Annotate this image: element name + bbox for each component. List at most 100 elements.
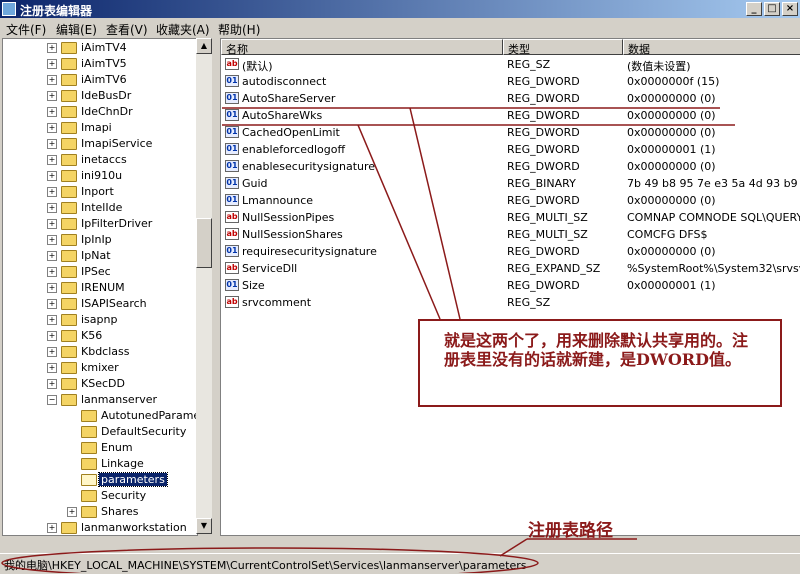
value-name: autodisconnect [242,75,327,88]
expand-icon[interactable]: + [47,219,57,229]
scroll-up-icon[interactable]: ▲ [196,38,212,54]
binary-value-icon: 01 [225,92,239,104]
minimize-button[interactable]: _ [746,2,762,16]
value-data: 0x00000000 (0) [627,92,716,105]
tree-item-label: iAimTV4 [81,41,127,54]
folder-icon [61,138,77,150]
folder-icon [61,234,77,246]
menu-edit[interactable]: 编辑(E) [56,21,97,38]
value-row-requiresecuritysignature[interactable]: 01 requiresecuritysignature REG_DWORD 0x000… [221,243,800,260]
expand-icon[interactable]: + [47,283,57,293]
folder-icon [61,106,77,118]
expand-icon[interactable]: + [47,347,57,357]
folder-icon [61,154,77,166]
scroll-thumb[interactable] [196,218,212,268]
folder-icon [81,490,97,502]
expand-icon[interactable]: + [47,155,57,165]
tree-item-label: lanmanserver [81,393,158,406]
column-header-data[interactable]: 数据 [623,39,800,56]
menu-help[interactable]: 帮助(H) [218,21,260,38]
tree-item-label: K56 [81,329,103,342]
value-row-servicedll[interactable]: ab ServiceDll REG_EXPAND_SZ %SystemRoot%\Sy… [221,260,800,277]
folder-icon [61,378,77,390]
expand-icon[interactable]: + [47,123,57,133]
value-row-[interactable]: ab (默认) REG_SZ (数值未设置) [221,56,800,73]
menu-file[interactable]: 文件(F) [6,21,46,38]
value-name: Size [242,279,265,292]
collapse-icon[interactable]: − [47,395,57,405]
menu-bar: 文件(F) 编辑(E) 查看(V) 收藏夹(A) 帮助(H) [0,18,800,37]
value-type: REG_DWORD [507,109,580,122]
expand-icon[interactable]: + [47,267,57,277]
tree-item-label: IPSec [81,265,111,278]
value-type: REG_MULTI_SZ [507,211,588,224]
tree-item-label: Kbdclass [81,345,130,358]
folder-icon [61,346,77,358]
expand-icon[interactable]: + [47,43,57,53]
folder-icon [61,522,77,534]
value-row-lmannounce[interactable]: 01 Lmannounce REG_DWORD 0x00000000 (0) [221,192,800,209]
value-name: enableforcedlogoff [242,143,346,156]
tree-item-label: IRENUM [81,281,125,294]
value-row-cachedopenlimit[interactable]: 01 CachedOpenLimit REG_DWORD 0x00000000 (0) [221,124,800,141]
value-row-autodisconnect[interactable]: 01 autodisconnect REG_DWORD 0x0000000f (15) [221,73,800,90]
value-row-autosharewks[interactable]: 01 AutoShareWks REG_DWORD 0x00000000 (0) [221,107,800,124]
expand-icon[interactable]: + [47,139,57,149]
value-data: COMCFG DFS$ [627,228,708,241]
value-row-nullsessionshares[interactable]: ab NullSessionShares REG_MULTI_SZ COMCFG DF… [221,226,800,243]
value-type: REG_DWORD [507,126,580,139]
column-header-type[interactable]: 类型 [503,39,623,56]
tree-item-label: Inport [81,185,114,198]
expand-icon[interactable]: + [47,91,57,101]
pane-splitter[interactable] [212,38,218,534]
value-row-enablesecuritysignature[interactable]: 01 enablesecuritysignature REG_DWORD 0x0000… [221,158,800,175]
column-header-name[interactable]: 名称 [221,39,503,56]
maximize-button[interactable]: □ [764,2,780,16]
menu-favorites[interactable]: 收藏夹(A) [156,21,210,38]
string-value-icon: ab [225,211,239,223]
folder-icon [61,74,77,86]
value-row-srvcomment[interactable]: ab srvcomment REG_SZ [221,294,800,311]
tree-item-label: IntelIde [81,201,123,214]
tree-item-label: IpInIp [81,233,112,246]
expand-icon[interactable]: + [47,75,57,85]
expand-icon[interactable]: + [47,203,57,213]
value-row-nullsessionpipes[interactable]: ab NullSessionPipes REG_MULTI_SZ COMNAP COM… [221,209,800,226]
registry-values-list[interactable]: 名称 类型 数据 ab (默认) REG_SZ (数值未设置) 01 autodiscon… [220,38,800,536]
folder-icon [61,314,77,326]
folder-icon [81,506,97,518]
expand-icon[interactable]: + [47,315,57,325]
title-bar: 注册表编辑器 _ □ × [0,0,800,18]
folder-icon [81,442,97,454]
expand-icon[interactable]: + [47,187,57,197]
expand-icon[interactable]: + [67,507,77,517]
menu-view[interactable]: 查看(V) [106,21,148,38]
close-button[interactable]: × [782,2,798,16]
value-data: 0x00000000 (0) [627,109,716,122]
expand-icon[interactable]: + [47,379,57,389]
expand-icon[interactable]: + [47,363,57,373]
value-row-guid[interactable]: 01 Guid REG_BINARY 7b 49 b8 95 7e e3 5a 4d … [221,175,800,192]
expand-icon[interactable]: + [47,523,57,533]
binary-value-icon: 01 [225,245,239,257]
value-data: 0x00000000 (0) [627,194,716,207]
value-row-enableforcedlogoff[interactable]: 01 enableforcedlogoff REG_DWORD 0x00000001 … [221,141,800,158]
expand-icon[interactable]: + [47,171,57,181]
value-row-size[interactable]: 01 Size REG_DWORD 0x00000001 (1) [221,277,800,294]
binary-value-icon: 01 [225,143,239,155]
value-data: COMNAP COMNODE SQL\QUERY SP [627,211,800,224]
expand-icon[interactable]: + [47,251,57,261]
expand-icon[interactable]: + [47,235,57,245]
expand-icon[interactable]: + [47,59,57,69]
string-value-icon: ab [225,228,239,240]
value-type: REG_EXPAND_SZ [507,262,601,275]
value-row-autoshareserver[interactable]: 01 AutoShareServer REG_DWORD 0x00000000 (0) [221,90,800,107]
scroll-down-icon[interactable]: ▼ [196,518,212,534]
registry-key-tree[interactable]: + iAimTV4 + iAimTV5 + iAimTV6 + IdeBusDr + IdeChn… [2,38,198,536]
expand-icon[interactable]: + [47,299,57,309]
expand-icon[interactable]: + [47,331,57,341]
expand-icon[interactable]: + [47,107,57,117]
tree-scrollbar[interactable]: ▲ ▼ [196,38,212,534]
tree-item-label: DefaultSecurity [101,425,187,438]
folder-icon [61,266,77,278]
